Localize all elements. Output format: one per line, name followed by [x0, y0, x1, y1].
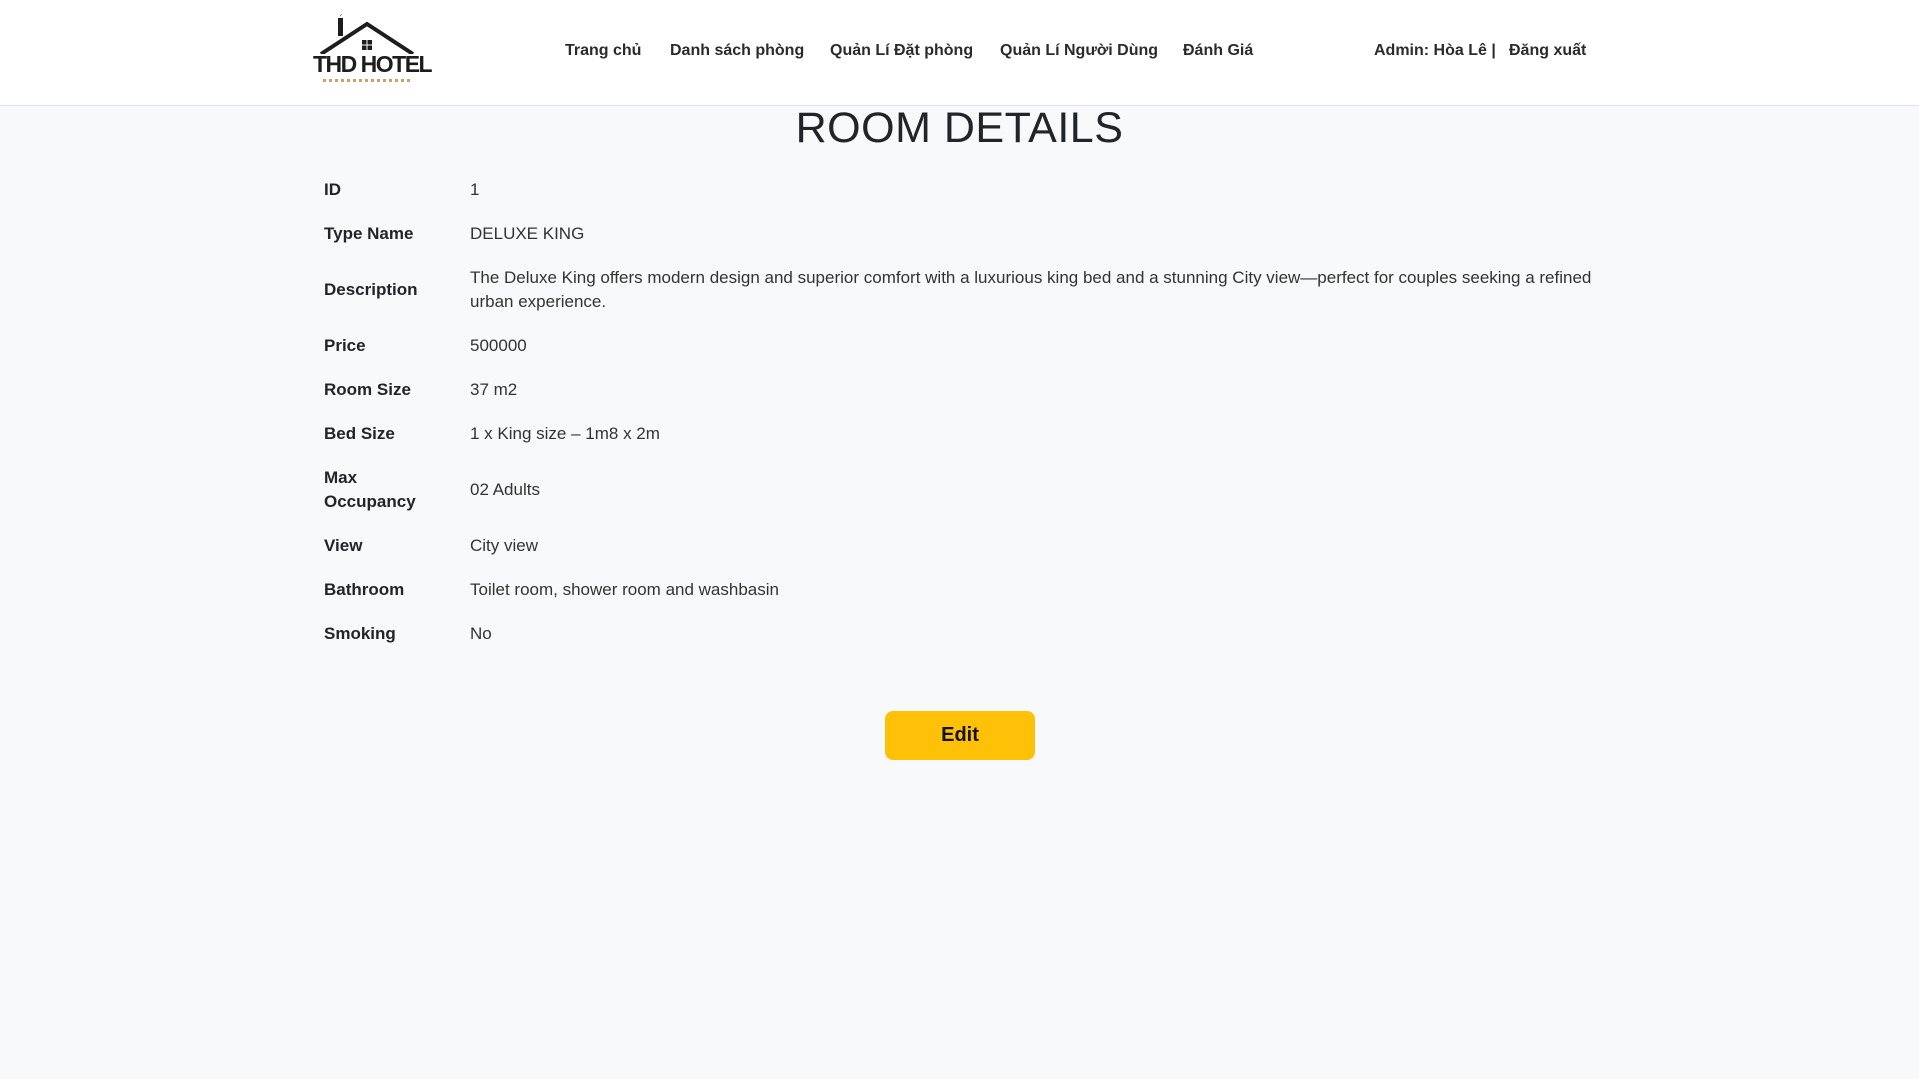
detail-row-type-name: Type Name DELUXE KING — [324, 212, 1594, 256]
detail-label: View — [324, 536, 363, 555]
detail-value: City view — [470, 536, 539, 555]
detail-label: Max Occupancy — [324, 466, 470, 514]
nav-room-list[interactable]: Danh sách phòng — [670, 42, 804, 60]
detail-label: Type Name — [324, 224, 414, 243]
logout-link[interactable]: Đăng xuất — [1509, 42, 1586, 60]
room-details-table: ID 1 Type Name DELUXE KING Description T… — [324, 168, 1594, 656]
detail-value: 500000 — [470, 336, 527, 355]
detail-label: Bathroom — [324, 580, 405, 599]
detail-value: Toilet room, shower room and washbasin — [470, 580, 779, 599]
detail-value: The Deluxe King offers modern design and… — [470, 268, 1592, 311]
detail-row-bed-size: Bed Size 1 x King size – 1m8 x 2m — [324, 412, 1594, 456]
detail-label: ID — [324, 180, 341, 199]
detail-label: Smoking — [324, 624, 396, 643]
detail-row-room-size: Room Size 37 m2 — [324, 368, 1594, 412]
detail-row-max-occupancy: Max Occupancy 02 Adults — [324, 456, 1594, 524]
top-header: THD HOTEL Trang chủ Danh sách phòng Quản… — [0, 0, 1919, 106]
admin-user-label: Admin: Hòa Lê | — [1374, 42, 1496, 59]
edit-button[interactable]: Edit — [885, 711, 1035, 760]
detail-label: Room Size — [324, 380, 411, 399]
detail-label: Bed Size — [324, 424, 395, 443]
detail-value: 37 m2 — [470, 380, 518, 399]
detail-row-smoking: Smoking No — [324, 612, 1594, 656]
detail-value: DELUXE KING — [470, 224, 585, 243]
detail-label: Description — [324, 280, 418, 299]
detail-row-price: Price 500000 — [324, 324, 1594, 368]
nav-booking-management[interactable]: Quản Lí Đặt phòng — [830, 42, 973, 60]
detail-value: 1 — [470, 180, 480, 199]
main-nav: Trang chủ Danh sách phòng Quản Lí Đặt ph… — [0, 0, 1919, 105]
page-title: ROOM DETAILS — [795, 104, 1124, 152]
detail-label-text: Max Occupancy — [324, 468, 416, 511]
detail-row-bathroom: Bathroom Toilet room, shower room and wa… — [324, 568, 1594, 612]
detail-label: Price — [324, 336, 366, 355]
detail-value: 02 Adults — [470, 480, 540, 499]
nav-home[interactable]: Trang chủ — [565, 42, 641, 60]
detail-value: 1 x King size – 1m8 x 2m — [470, 424, 660, 443]
detail-row-id: ID 1 — [324, 168, 1594, 212]
detail-value: No — [470, 624, 492, 643]
nav-reviews[interactable]: Đánh Giá — [1183, 42, 1253, 60]
nav-user-management[interactable]: Quản Lí Người Dùng — [1000, 42, 1158, 60]
detail-row-view: View City view — [324, 524, 1594, 568]
detail-row-description: Description The Deluxe King offers moder… — [324, 256, 1594, 324]
